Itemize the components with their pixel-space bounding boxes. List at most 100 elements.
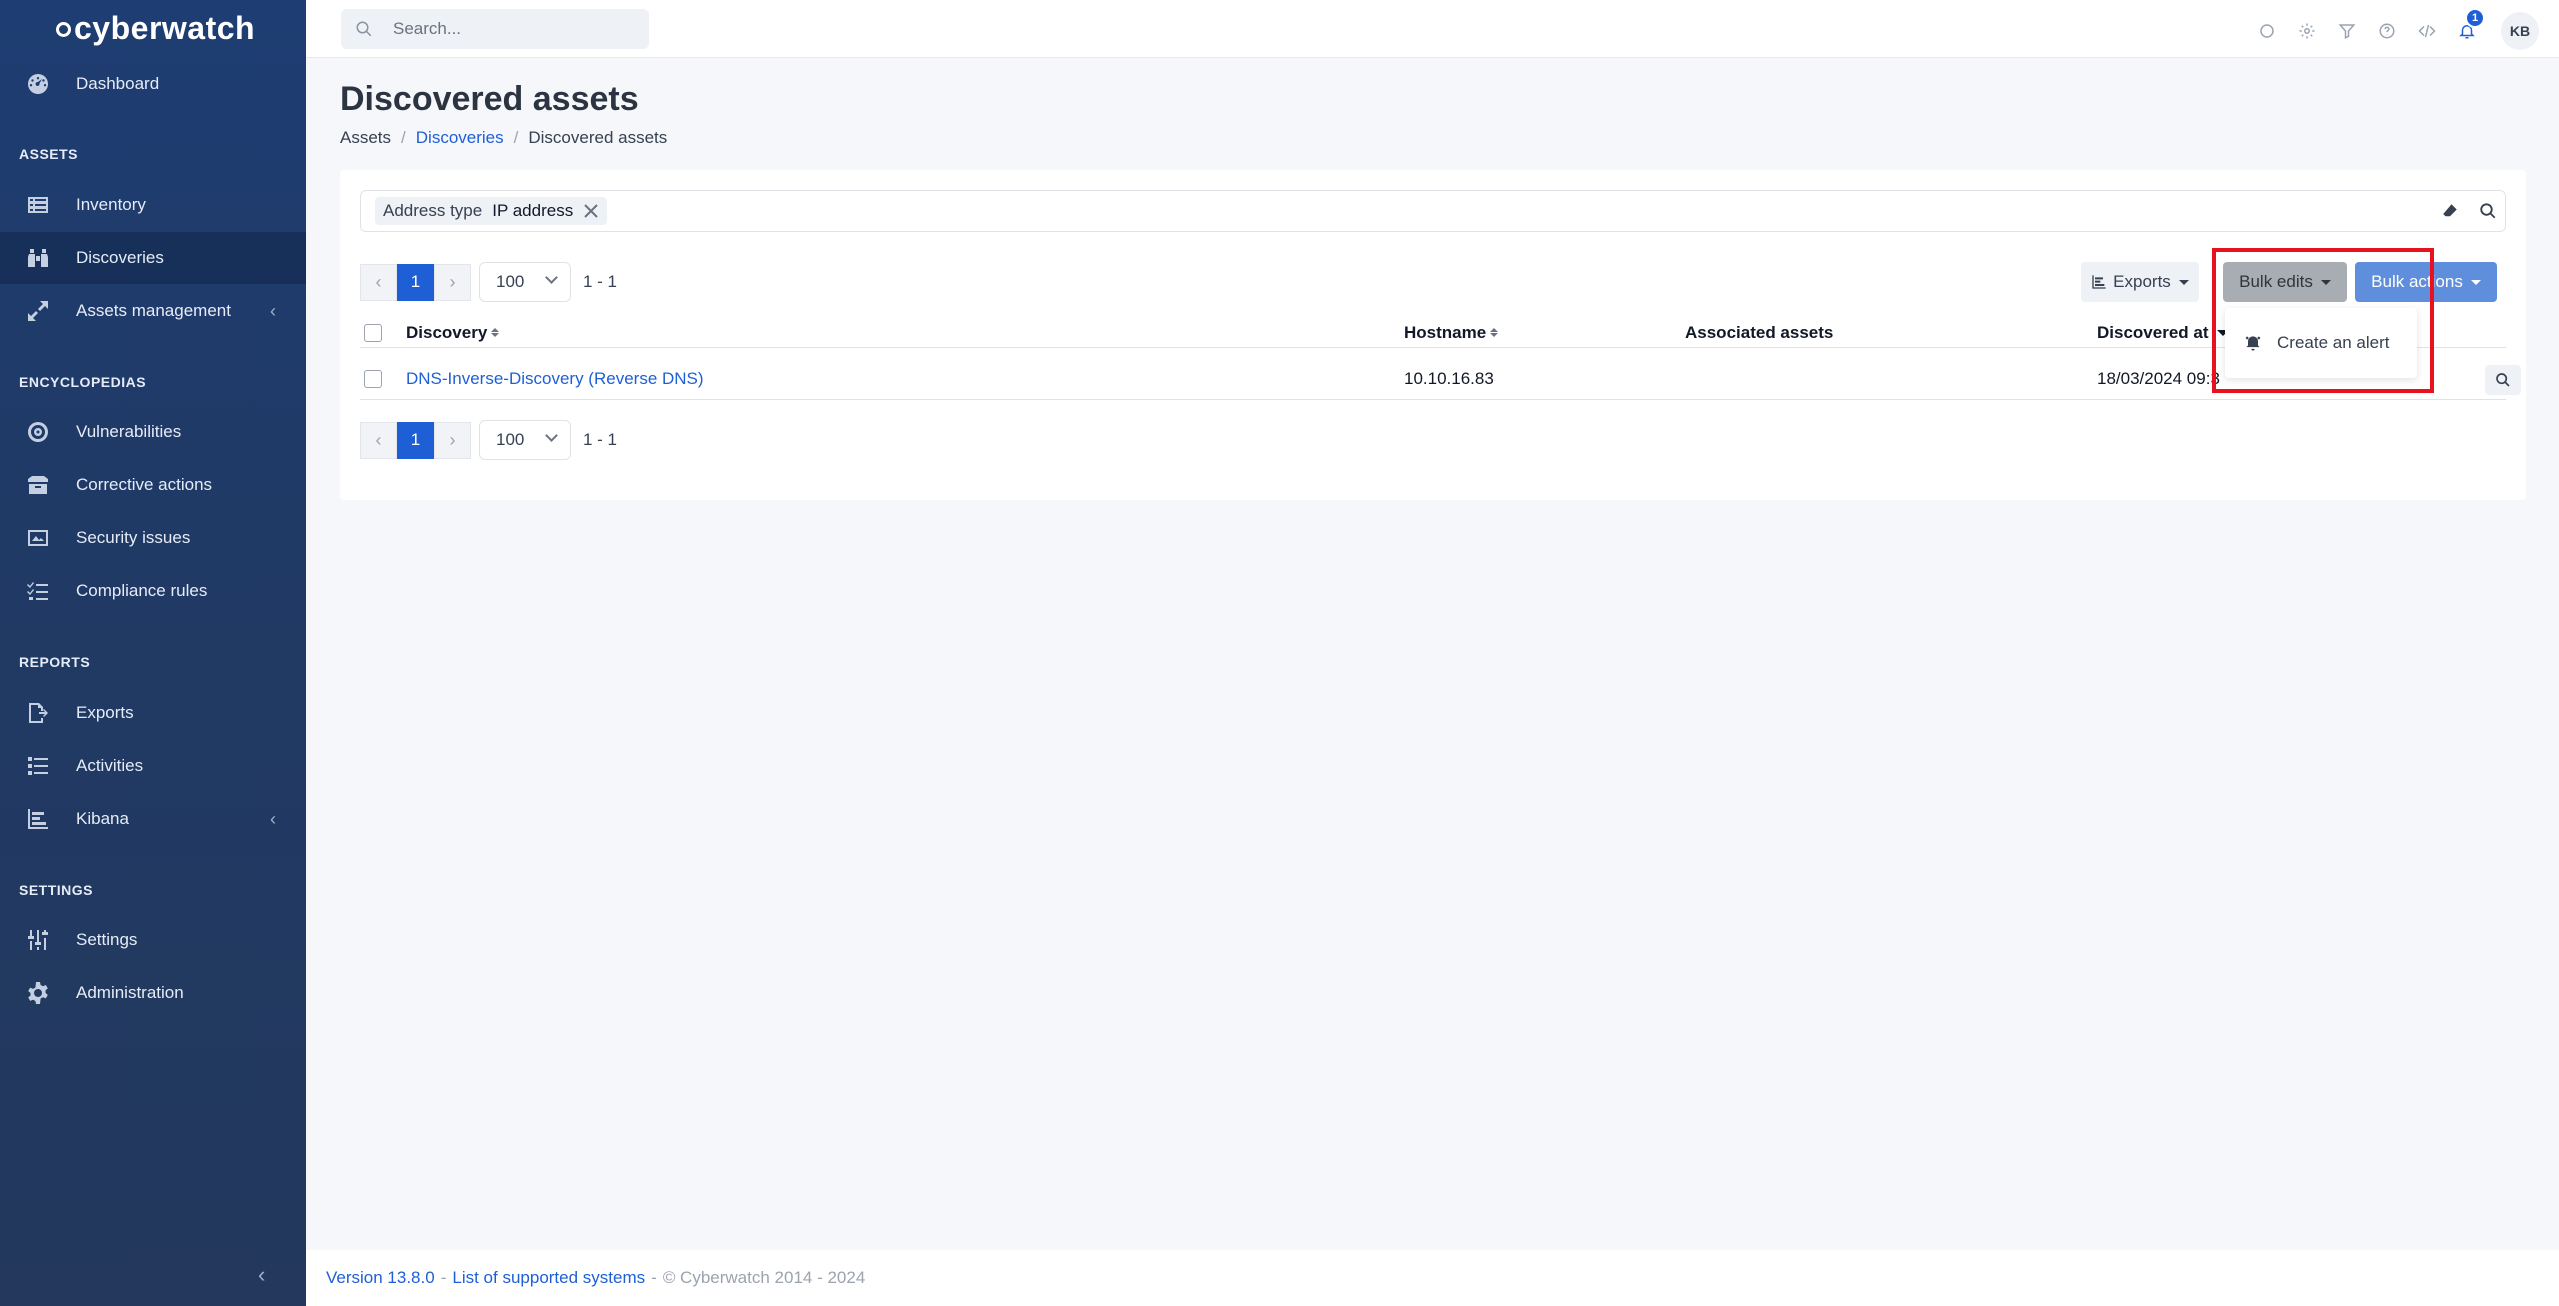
top-icons: 1 KB — [2247, 8, 2539, 50]
breadcrumb-separator: / — [513, 128, 519, 147]
sidebar-item-corrective-actions[interactable]: Corrective actions — [0, 459, 306, 511]
sidebar-item-label: Kibana — [76, 809, 129, 828]
sidebar-section-settings: SETTINGS — [19, 882, 94, 898]
breadcrumb-separator: / — [401, 128, 406, 147]
exports-button[interactable]: Exports — [2081, 262, 2199, 302]
checklist-icon — [25, 578, 51, 604]
per-page-select[interactable]: 100 — [479, 262, 571, 302]
bar-chart-icon — [25, 806, 51, 832]
sort-icon — [1490, 328, 1499, 337]
breadcrumb-discoveries-link[interactable]: Discoveries — [416, 128, 504, 148]
footer: Version 13.8.0 - List of supported syste… — [306, 1250, 2559, 1306]
code-icon[interactable] — [2407, 14, 2447, 48]
bar-chart-icon — [2092, 275, 2106, 289]
search-icon[interactable] — [2479, 202, 2497, 220]
collapse-sidebar-icon[interactable]: ‹ — [258, 1262, 265, 1288]
next-page-button[interactable]: › — [434, 263, 471, 301]
status-circle-icon[interactable] — [2247, 14, 2287, 48]
eraser-icon[interactable] — [2441, 202, 2459, 220]
search-icon — [2496, 373, 2510, 387]
filter-chip-value: IP address — [492, 201, 574, 220]
logo-ring-icon — [56, 21, 71, 37]
discovery-link[interactable]: DNS-Inverse-Discovery (Reverse DNS) — [406, 358, 704, 399]
highlight-box — [2212, 248, 2434, 393]
activities-list-icon — [25, 753, 51, 779]
filter-bar[interactable]: Address type IP address — [360, 190, 2506, 232]
hostname-cell: 10.10.16.83 — [1404, 368, 1494, 388]
col-hostname-label: Hostname — [1404, 322, 1487, 342]
page-1-button[interactable]: 1 — [397, 421, 434, 459]
col-discovery[interactable]: Discovery — [406, 318, 500, 347]
footer-separator: - — [651, 1268, 657, 1287]
prev-page-button[interactable]: ‹ — [360, 421, 397, 459]
filter-icon[interactable] — [2327, 14, 2367, 48]
sidebar-item-settings[interactable]: Settings — [0, 914, 306, 966]
sidebar-item-label: Administration — [76, 983, 184, 1002]
sidebar-item-compliance-rules[interactable]: Compliance rules — [0, 565, 306, 617]
filter-chip-key: Address type — [383, 201, 483, 220]
gear-icon[interactable] — [2287, 14, 2327, 48]
sidebar-item-label: Dashboard — [76, 74, 160, 93]
sidebar-item-kibana[interactable]: Kibana ‹ — [0, 793, 306, 845]
sidebar-item-label: Security issues — [76, 528, 191, 547]
remove-filter-icon[interactable] — [583, 203, 599, 219]
sidebar-item-security-issues[interactable]: Security issues — [0, 512, 306, 564]
pagination-range: 1 - 1 — [583, 430, 618, 449]
page-1-button[interactable]: 1 — [397, 263, 434, 301]
brand-logo[interactable]: cyberwatch — [0, 0, 306, 56]
box-icon — [25, 472, 51, 498]
sidebar-item-activities[interactable]: Activities — [0, 740, 306, 792]
per-page-select[interactable]: 100 — [479, 420, 571, 460]
row-view-button[interactable] — [2485, 365, 2521, 395]
sidebar-item-label: Activities — [76, 756, 144, 775]
col-discovered-at-label: Discovered at — [2097, 322, 2209, 342]
pagination-bottom: ‹ 1 › 100 1 - 1 — [360, 420, 617, 460]
per-page-value: 100 — [496, 272, 525, 291]
col-discovered-at[interactable]: Discovered at — [2097, 318, 2229, 347]
footer-separator: - — [440, 1268, 447, 1287]
sidebar-item-label: Discoveries — [76, 248, 164, 267]
sidebar-item-vulnerabilities[interactable]: Vulnerabilities — [0, 406, 306, 458]
breadcrumb: Assets / Discoveries / Discovered assets — [340, 128, 667, 148]
sidebar-item-label: Exports — [76, 703, 134, 722]
table-row: DNS-Inverse-Discovery (Reverse DNS) 10.1… — [360, 358, 2521, 400]
prev-page-button[interactable]: ‹ — [360, 263, 397, 301]
sidebar-item-assets-management[interactable]: Assets management ‹ — [0, 285, 306, 337]
sidebar-item-label: Compliance rules — [76, 581, 208, 600]
binoculars-icon — [25, 245, 51, 271]
gear-icon — [25, 980, 51, 1006]
next-page-button[interactable]: › — [434, 421, 471, 459]
sidebar-item-label: Inventory — [76, 195, 146, 214]
caret-down-icon — [2178, 279, 2189, 285]
col-hostname[interactable]: Hostname — [1404, 318, 1499, 347]
page-title: Discovered assets — [340, 80, 639, 118]
avatar[interactable]: KB — [2501, 12, 2539, 50]
gauge-icon — [25, 71, 51, 97]
sidebar-item-inventory[interactable]: Inventory — [0, 179, 306, 231]
sidebar-item-exports[interactable]: Exports — [0, 687, 306, 739]
chevron-left-icon: ‹ — [270, 808, 276, 829]
brand-name: cyberwatch — [74, 9, 256, 46]
search-box[interactable] — [341, 9, 649, 49]
table-header: Discovery Hostname Associated assets Dis… — [360, 318, 2506, 348]
search-icon — [356, 21, 372, 37]
breadcrumb-current: Discovered assets — [528, 128, 668, 147]
chevron-down-icon — [545, 271, 558, 284]
search-input[interactable] — [393, 19, 633, 39]
col-discovery-label: Discovery — [406, 322, 488, 342]
sidebar-item-administration[interactable]: Administration — [0, 967, 306, 1019]
sidebar-item-dashboard[interactable]: Dashboard — [0, 58, 306, 110]
sliders-icon — [25, 927, 51, 953]
sidebar-section-assets: ASSETS — [19, 146, 79, 162]
notifications-bell-icon[interactable]: 1 — [2447, 8, 2487, 48]
select-all-checkbox[interactable] — [364, 323, 382, 342]
copyright-text: © Cyberwatch 2014 - 2024 — [662, 1268, 866, 1287]
chevron-down-icon — [545, 429, 558, 442]
version-link[interactable]: Version 13.8.0 — [326, 1268, 435, 1288]
help-icon[interactable] — [2367, 14, 2407, 48]
supported-systems-link[interactable]: List of supported systems — [452, 1268, 645, 1288]
sidebar-item-discoveries[interactable]: Discoveries — [0, 232, 306, 284]
row-checkbox[interactable] — [364, 369, 382, 388]
filter-chip[interactable]: Address type IP address — [375, 197, 608, 225]
file-export-icon — [25, 700, 51, 726]
